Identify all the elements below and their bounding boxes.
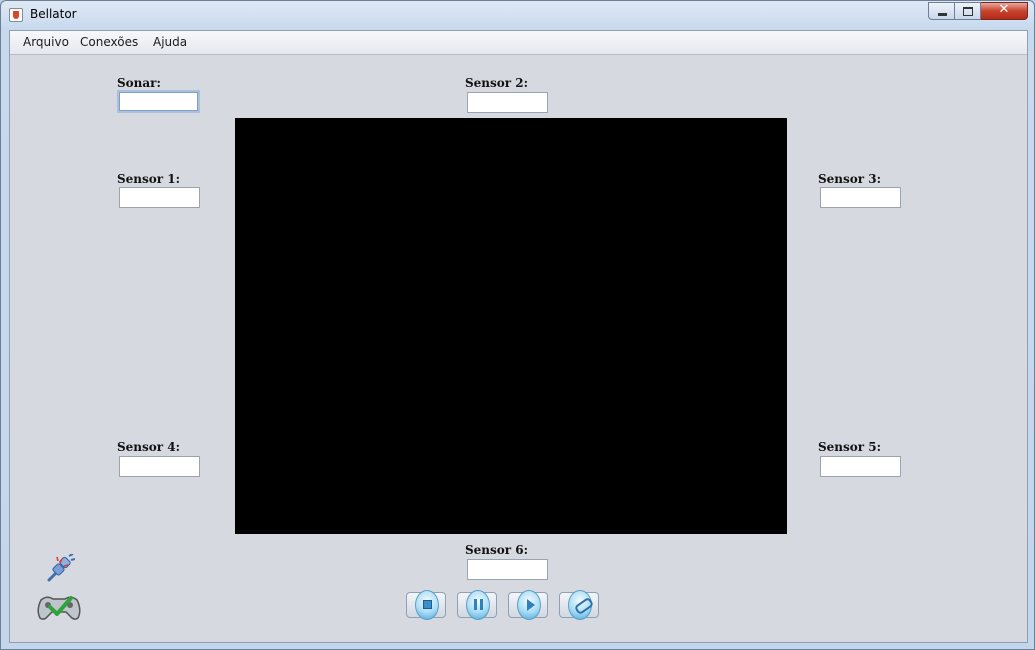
connect-link-icon bbox=[573, 596, 595, 616]
pause-button[interactable] bbox=[457, 590, 497, 620]
caption-buttons: ✕ bbox=[928, 2, 1028, 21]
sensor3-field[interactable] bbox=[820, 187, 901, 208]
connect-orb bbox=[568, 590, 595, 620]
play-orb bbox=[517, 590, 541, 620]
close-icon: ✕ bbox=[998, 2, 1010, 17]
sonar-label: Sonar: bbox=[117, 76, 161, 90]
connect-button[interactable] bbox=[559, 590, 599, 620]
window-title: Bellator bbox=[30, 7, 77, 21]
disconnected-plug-icon[interactable] bbox=[45, 554, 75, 582]
sensor5-label: Sensor 5: bbox=[818, 440, 882, 454]
minimize-button[interactable] bbox=[928, 2, 955, 20]
stop-orb bbox=[415, 590, 439, 620]
menu-conexoes[interactable]: Conexões bbox=[80, 35, 138, 49]
stop-button[interactable] bbox=[406, 590, 446, 620]
sensor4-label: Sensor 4: bbox=[117, 440, 181, 454]
sensor6-label: Sensor 6: bbox=[465, 543, 529, 557]
sensor2-field[interactable] bbox=[467, 92, 548, 113]
menu-bar: Arquivo Conexões Ajuda bbox=[10, 31, 1027, 55]
pause-orb bbox=[466, 590, 490, 620]
sensor3-label: Sensor 3: bbox=[818, 172, 882, 186]
java-app-icon bbox=[9, 8, 23, 22]
maximize-button[interactable] bbox=[955, 2, 981, 20]
play-button[interactable] bbox=[508, 590, 548, 620]
play-icon bbox=[527, 599, 535, 611]
stop-icon bbox=[423, 600, 432, 609]
close-button[interactable]: ✕ bbox=[981, 2, 1028, 20]
title-bar: Bellator ✕ bbox=[1, 1, 1034, 29]
sensor1-field[interactable] bbox=[119, 187, 200, 208]
main-panel: Arquivo Conexões Ajuda Sonar: Sensor 2: … bbox=[9, 30, 1028, 643]
sensor1-label: Sensor 1: bbox=[117, 172, 181, 186]
app-window: Bellator ✕ Arquivo Conexões Ajuda Sonar:… bbox=[0, 0, 1035, 650]
menu-ajuda[interactable]: Ajuda bbox=[153, 35, 187, 49]
sensor2-label: Sensor 2: bbox=[465, 76, 529, 90]
camera-display bbox=[235, 118, 787, 534]
sonar-field[interactable] bbox=[117, 90, 200, 113]
menu-arquivo[interactable]: Arquivo bbox=[23, 35, 69, 49]
gamepad-check-icon[interactable] bbox=[35, 592, 83, 622]
sensor6-field[interactable] bbox=[467, 559, 548, 580]
sensor4-field[interactable] bbox=[119, 456, 200, 477]
sensor5-field[interactable] bbox=[820, 456, 901, 477]
